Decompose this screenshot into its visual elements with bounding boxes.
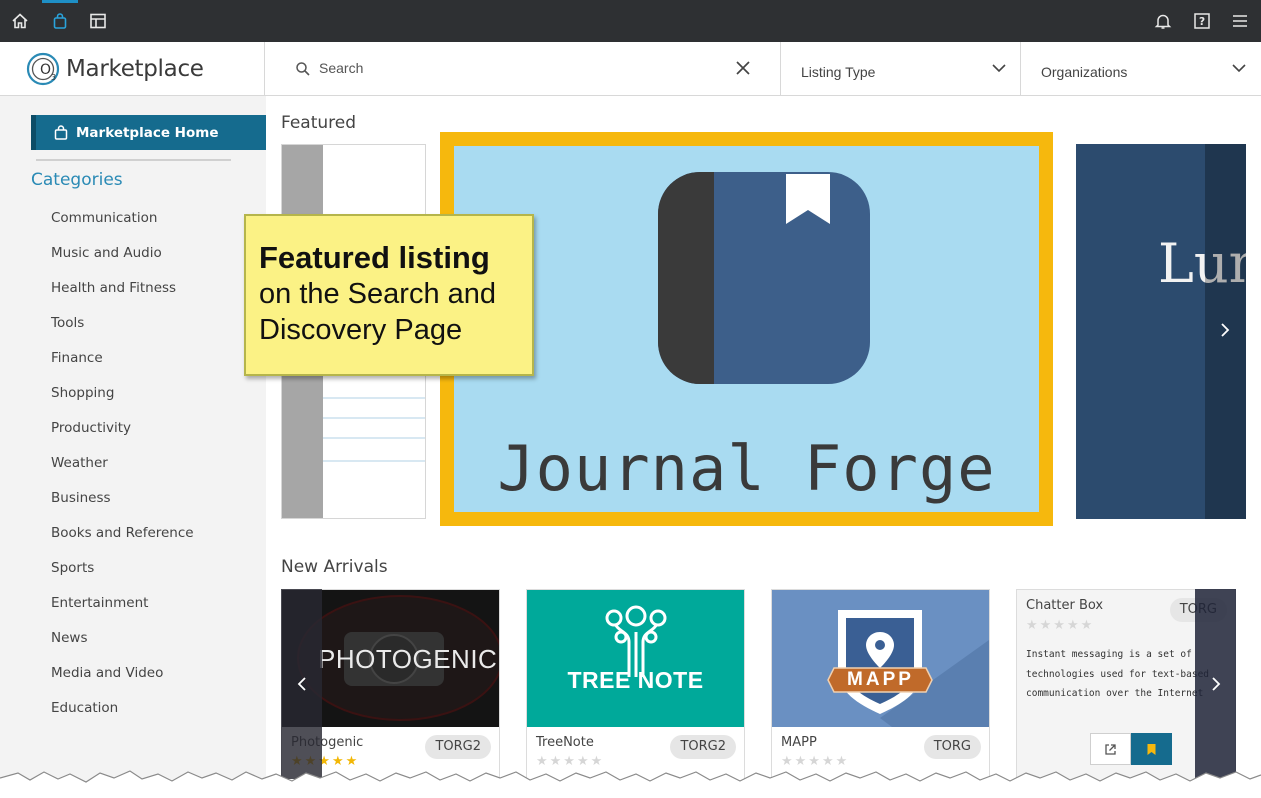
category-media-and-video[interactable]: Media and Video xyxy=(51,663,194,698)
callout-line-3: Discovery Page xyxy=(259,314,463,346)
layout-icon[interactable] xyxy=(80,0,116,42)
listing-name: Chatter Box xyxy=(1026,598,1104,613)
tree-icon xyxy=(605,605,667,677)
svg-text:3: 3 xyxy=(51,73,56,82)
chevron-left-icon xyxy=(297,677,306,691)
listing-image-text: PHOTOGENIC xyxy=(318,644,498,674)
listing-image-text: MAPP xyxy=(847,669,914,690)
shopping-bag-icon xyxy=(54,125,68,140)
bell-icon[interactable] xyxy=(1145,0,1181,42)
home-icon[interactable] xyxy=(2,0,38,42)
category-finance[interactable]: Finance xyxy=(51,348,194,383)
carousel-prev-button[interactable] xyxy=(281,589,322,779)
torn-edge-decoration xyxy=(0,770,1261,798)
category-books-and-reference[interactable]: Books and Reference xyxy=(51,523,194,558)
chevron-down-icon xyxy=(992,64,1006,73)
category-business[interactable]: Business xyxy=(51,488,194,523)
sidebar-divider xyxy=(36,159,231,161)
menu-icon[interactable] xyxy=(1222,0,1258,42)
new-arrivals-title: New Arrivals xyxy=(281,557,388,577)
chevron-down-icon xyxy=(1232,64,1246,73)
featured-listing-image: Journal Forge xyxy=(454,146,1039,512)
organizations-label: Organizations xyxy=(1041,64,1128,80)
category-sports[interactable]: Sports xyxy=(51,558,194,593)
decorative-line xyxy=(323,397,425,399)
svg-text:O: O xyxy=(40,62,51,78)
org-badge: TORG2 xyxy=(425,735,491,759)
category-education[interactable]: Education xyxy=(51,698,194,733)
listing-image: TREE NOTE xyxy=(527,590,744,727)
top-bar: ? xyxy=(0,0,1261,42)
decorative-line xyxy=(323,437,425,439)
search-input[interactable] xyxy=(319,57,719,79)
o3-logo-icon: O 3 xyxy=(26,52,60,86)
decorative-line xyxy=(323,417,425,419)
category-music-and-audio[interactable]: Music and Audio xyxy=(51,243,194,278)
journal-forge-logo-icon xyxy=(658,172,870,384)
category-entertainment[interactable]: Entertainment xyxy=(51,593,194,628)
callout-line-2: on the Search and xyxy=(259,278,497,310)
map-pin-shield-icon xyxy=(827,610,989,727)
header: O 3 Marketplace Listing Type Organizatio… xyxy=(0,42,1261,96)
star-rating: ★★★★★ xyxy=(1026,618,1095,633)
listing-description: Instant messaging is a set of technologi… xyxy=(1026,649,1210,699)
callout-heading: Featured listing xyxy=(259,240,490,275)
categories-title: Categories xyxy=(31,170,123,190)
chevron-right-icon[interactable] xyxy=(1219,322,1231,338)
category-tools[interactable]: Tools xyxy=(51,313,194,348)
clear-search-icon[interactable] xyxy=(735,60,751,76)
featured-title: Featured xyxy=(281,113,357,133)
shopping-bag-icon[interactable] xyxy=(42,0,78,42)
listing-type-dropdown[interactable]: Listing Type xyxy=(781,42,1021,96)
external-link-icon xyxy=(1105,743,1116,755)
org-badge: TORG xyxy=(923,735,981,759)
help-icon[interactable]: ? xyxy=(1184,0,1220,42)
listing-image-text: TREE NOTE xyxy=(567,667,704,693)
carousel-next-button[interactable] xyxy=(1195,589,1236,779)
sidebar: Marketplace Home Categories Communicatio… xyxy=(0,96,266,798)
category-weather[interactable]: Weather xyxy=(51,453,194,488)
svg-text:?: ? xyxy=(1199,16,1205,28)
marketplace-home-label: Marketplace Home xyxy=(76,124,219,141)
logo-text: Marketplace xyxy=(66,56,204,82)
category-health-and-fitness[interactable]: Health and Fitness xyxy=(51,278,194,313)
marketplace-home-button[interactable]: Marketplace Home xyxy=(31,115,266,150)
featured-listing-title: Journal Forge xyxy=(497,432,996,505)
listing-type-label: Listing Type xyxy=(801,64,876,80)
listing-name: TreeNote xyxy=(536,735,594,750)
launch-button[interactable] xyxy=(1090,733,1131,765)
organizations-dropdown[interactable]: Organizations xyxy=(1021,42,1261,96)
listing-image: MAPP xyxy=(772,590,989,727)
bookmark-button[interactable] xyxy=(1131,733,1172,765)
org-badge: TORG2 xyxy=(670,735,736,759)
category-shopping[interactable]: Shopping xyxy=(51,383,194,418)
chevron-right-icon xyxy=(1211,677,1220,691)
decorative-line xyxy=(323,460,425,462)
category-productivity[interactable]: Productivity xyxy=(51,418,194,453)
featured-card-next[interactable]: Lum xyxy=(1076,144,1246,519)
search-icon xyxy=(296,62,310,76)
search-box xyxy=(264,42,781,96)
annotation-callout: Featured listing on the Search and Disco… xyxy=(244,214,534,376)
category-news[interactable]: News xyxy=(51,628,194,663)
listing-name: MAPP xyxy=(781,735,817,750)
category-communication[interactable]: Communication xyxy=(51,208,194,243)
category-list: Communication Music and Audio Health and… xyxy=(51,208,194,733)
marketplace-logo[interactable]: O 3 Marketplace xyxy=(26,51,204,87)
bookmark-icon xyxy=(1147,743,1156,755)
